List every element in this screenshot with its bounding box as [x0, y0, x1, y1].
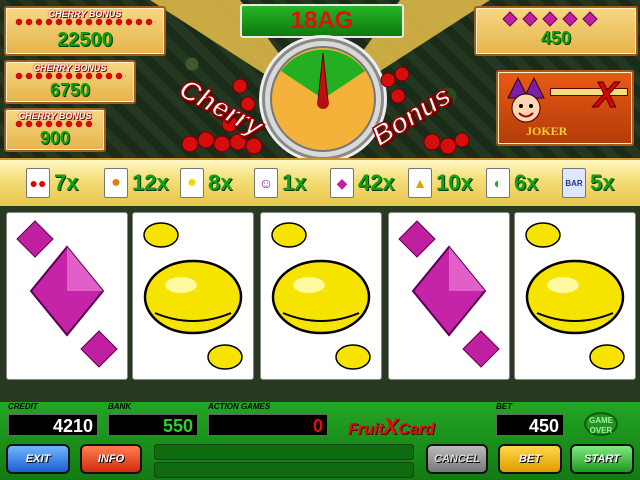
paytable-item: ●● 7x — [26, 168, 78, 198]
joker-card-icon: ☺ — [254, 168, 278, 198]
jackpot-panel-3: CHERRY BONUS 900 — [4, 108, 106, 152]
reel-card-5[interactable] — [514, 212, 636, 380]
jackpot-value: 900 — [39, 128, 71, 148]
credit-display: 4210 — [8, 414, 98, 436]
game-over-indicator: GAME OVER — [584, 412, 618, 436]
reel-card-1[interactable] — [6, 212, 128, 380]
bet-label: BET — [496, 402, 512, 411]
orange-card-icon: ● — [104, 168, 128, 198]
diamond-bonus-value: 450 — [540, 28, 572, 48]
bank-label: BANK — [108, 402, 132, 411]
diamond-row-icon — [502, 11, 598, 27]
reel-card-3[interactable] — [260, 212, 382, 380]
paytable-item: ☺ 1x — [254, 168, 306, 198]
diamond-card-icon: ◆ — [330, 168, 354, 198]
paytable-multiplier: 7x — [54, 170, 79, 195]
logo-part3: Card — [398, 421, 435, 438]
paytable-multiplier: 8x — [208, 170, 233, 195]
gauge-counter: 18AG — [240, 4, 404, 38]
paytable-strip: ●● 7x ● 12x ● 8x ☺ 1x ◆ 42x ▲ 10x ◐ 6x B… — [0, 158, 640, 210]
joker-label: JOKER — [526, 124, 568, 138]
joker-face-icon — [507, 76, 545, 123]
start-button[interactable]: START — [570, 444, 634, 474]
message-bar-top — [154, 444, 414, 460]
exit-button[interactable]: EXIT — [6, 444, 70, 474]
paytable-item: ● 8x — [180, 168, 232, 198]
cancel-button[interactable]: CANCEL — [426, 444, 488, 474]
joker-x-icon: X — [593, 74, 619, 116]
reel-card-4[interactable] — [388, 212, 510, 380]
bet-button[interactable]: BET — [498, 444, 562, 474]
cherry-icon — [14, 18, 156, 26]
logo-x: X — [383, 414, 399, 439]
bar-card-icon: BAR — [562, 168, 586, 198]
info-button[interactable]: INFO — [80, 444, 142, 474]
paytable-multiplier: 12x — [132, 170, 169, 195]
cherry-card-icon: ●● — [26, 168, 50, 198]
cherry-icon — [14, 72, 126, 80]
paytable-multiplier: 6x — [514, 170, 539, 195]
cherry-icon — [14, 120, 96, 128]
paytable-multiplier: 10x — [436, 170, 473, 195]
paytable-item: ▲ 10x — [408, 168, 473, 198]
bank-display: 550 — [108, 414, 198, 436]
bet-display: 450 — [496, 414, 564, 436]
bell-card-icon: ▲ — [408, 168, 432, 198]
diamond-bonus-panel: 450 — [474, 6, 638, 56]
lemon-icon — [143, 222, 243, 370]
joker-panel: X JOKER — [496, 70, 634, 146]
melon-card-icon: ◐ — [486, 168, 510, 198]
paytable-item: ◆ 42x — [330, 168, 395, 198]
reel-card-2[interactable] — [132, 212, 254, 380]
cherry-gauge — [262, 38, 384, 160]
paytable-item: ● 12x — [104, 168, 169, 198]
paytable-item: BAR 5x — [562, 168, 614, 198]
jackpot-value: 6750 — [49, 80, 91, 100]
paytable-multiplier: 42x — [358, 170, 395, 195]
jackpot-value: 22500 — [57, 29, 113, 51]
fruit-x-card-logo: FruitXCard — [348, 414, 435, 440]
diamond-icon — [16, 220, 118, 368]
paytable-item: ◐ 6x — [486, 168, 538, 198]
paytable-multiplier: 5x — [590, 170, 615, 195]
action-games-display: 0 — [208, 414, 328, 436]
diamond-icon — [398, 220, 500, 368]
jackpot-panel-2: CHERRY BONUS 6750 — [4, 60, 136, 104]
lemon-card-icon: ● — [180, 168, 204, 198]
action-games-label: ACTION GAMES — [208, 402, 271, 411]
logo-part1: Fruit — [348, 421, 384, 438]
message-bar-bottom — [154, 462, 414, 478]
jackpot-panel-1: CHERRY BONUS 22500 — [4, 6, 166, 56]
lemon-icon — [271, 222, 371, 370]
credit-label: CREDIT — [8, 402, 38, 411]
paytable-multiplier: 1x — [282, 170, 307, 195]
lemon-icon — [525, 222, 625, 370]
